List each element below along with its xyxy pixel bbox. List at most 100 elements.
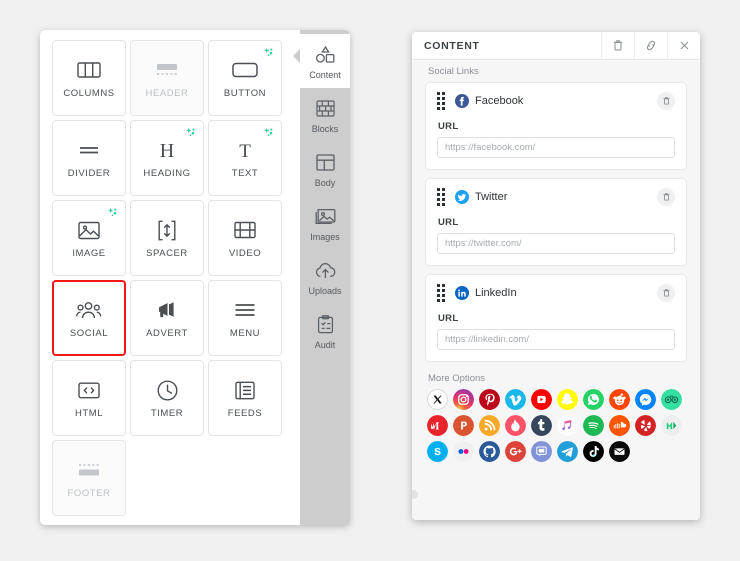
layout-icon [315, 151, 335, 175]
social-links-list: Facebook URL Twitter URL LinkedIn [412, 82, 700, 362]
remove-link-button[interactable] [657, 188, 675, 206]
spacer-icon [157, 217, 177, 243]
url-label: URL [438, 121, 459, 132]
social-icon-producthunt[interactable] [453, 415, 474, 436]
block-tile-text[interactable]: T TEXT [208, 120, 282, 196]
url-label: URL [438, 217, 459, 228]
social-link-name: Twitter [475, 191, 508, 203]
block-tile-timer[interactable]: TIMER [130, 360, 204, 436]
social-icon-disqus[interactable] [531, 441, 552, 462]
block-tile-label: HTML [74, 408, 104, 419]
sidebar-tab-images[interactable]: Images [300, 196, 350, 250]
linkedin-icon [455, 286, 469, 300]
block-tile-label: IMAGE [72, 248, 106, 259]
remove-link-button[interactable] [657, 284, 675, 302]
delete-button[interactable] [601, 32, 634, 59]
social-icon-email[interactable] [609, 441, 630, 462]
block-tile-feeds[interactable]: FEEDS [208, 360, 282, 436]
social-icon-telegram[interactable] [557, 441, 578, 462]
bricks-icon [315, 97, 335, 121]
social-icon-whatsapp[interactable] [583, 389, 604, 410]
social-icon-tumblr[interactable] [531, 415, 552, 436]
social-icon-skype[interactable] [427, 441, 448, 462]
sidebar-tab-label: Audit [314, 339, 336, 350]
duplicate-button[interactable] [634, 32, 667, 59]
block-tile-label: SPACER [146, 248, 188, 259]
button-icon [232, 57, 258, 83]
html-icon [78, 377, 100, 403]
block-tile-html[interactable]: HTML [52, 360, 126, 436]
social-icon-rss[interactable] [479, 415, 500, 436]
drag-handle-icon[interactable] [437, 188, 446, 206]
social-icon-tiktok[interactable] [583, 441, 604, 462]
social-icon-google-plus[interactable] [505, 441, 526, 462]
social-icon-tripadvisor[interactable] [661, 389, 682, 410]
panel-header: CONTENT [412, 32, 700, 60]
sidebar-tab-label: Blocks [311, 123, 339, 134]
close-button[interactable] [667, 32, 700, 59]
ai-sparkle-icon [263, 46, 275, 58]
ai-sparkle-icon [107, 206, 119, 218]
social-icon-github[interactable] [479, 441, 500, 462]
block-tile-divider[interactable]: DIVIDER [52, 120, 126, 196]
social-link-card-header: LinkedIn [437, 284, 675, 302]
social-icon-instagram[interactable] [453, 389, 474, 410]
block-tile-label: SOCIAL [69, 328, 109, 339]
social-icon-yelp[interactable] [635, 415, 656, 436]
header-icon [156, 57, 178, 83]
block-tile-image[interactable]: IMAGE [52, 200, 126, 276]
block-tile-button[interactable]: BUTTON [208, 40, 282, 116]
cloud-upload-icon [315, 259, 336, 283]
sidebar-tab-content[interactable]: Content [300, 34, 350, 88]
content-blocks-panel: COLUMNS HEADER BUTTON DIVIDER H HEADING T TE… [40, 30, 350, 525]
remove-link-button[interactable] [657, 92, 675, 110]
social-icon-messenger[interactable] [635, 389, 656, 410]
drag-handle-icon[interactable] [437, 284, 446, 302]
social-icon-spotify[interactable] [583, 415, 604, 436]
block-tile-label: TIMER [150, 408, 184, 419]
footer-icon [78, 457, 100, 483]
block-tile-label: VIDEO [228, 248, 262, 259]
shapes-icon [315, 43, 336, 67]
url-input[interactable] [437, 137, 675, 158]
block-tile-header: HEADER [130, 40, 204, 116]
sidebar-tab-body[interactable]: Body [300, 142, 350, 196]
social-icon-flickr[interactable] [453, 441, 474, 462]
block-tile-social[interactable]: SOCIAL [52, 280, 126, 356]
block-tile-advert[interactable]: ADVERT [130, 280, 204, 356]
block-tile-heading[interactable]: H HEADING [130, 120, 204, 196]
social-link-card-header: Twitter [437, 188, 675, 206]
ai-sparkle-icon [263, 126, 275, 138]
social-icon [76, 297, 102, 323]
social-icon-tinder[interactable] [505, 415, 526, 436]
block-tile-footer: FOOTER [52, 440, 126, 516]
block-tile-label: ADVERT [146, 328, 188, 339]
social-icon-x-twitter[interactable] [427, 389, 448, 410]
social-icon-medium[interactable] [427, 415, 448, 436]
sidebar-tab-label: Content [309, 69, 341, 80]
sidebar-tab-audit[interactable]: Audit [300, 304, 350, 358]
social-icon-youtube[interactable] [531, 389, 552, 410]
social-icon-apple-music[interactable] [557, 415, 578, 436]
block-tile-video[interactable]: VIDEO [208, 200, 282, 276]
sidebar-tab-blocks[interactable]: Blocks [300, 88, 350, 142]
drag-handle-icon[interactable] [437, 92, 446, 110]
social-icon-mixcloud[interactable] [661, 415, 682, 436]
social-link-card-header: Facebook [437, 92, 675, 110]
social-icon-snapchat[interactable] [557, 389, 578, 410]
url-input[interactable] [437, 233, 675, 254]
block-tile-spacer[interactable]: SPACER [130, 200, 204, 276]
advert-icon [156, 297, 178, 323]
more-options-icon-grid [412, 389, 689, 467]
sidebar-tab-uploads[interactable]: Uploads [300, 250, 350, 304]
scroll-handle[interactable] [412, 490, 418, 499]
social-icon-vimeo[interactable] [505, 389, 526, 410]
svg-text:T: T [239, 141, 251, 160]
sidebar-tab-label: Uploads [308, 285, 342, 296]
block-tile-columns[interactable]: COLUMNS [52, 40, 126, 116]
block-tile-menu[interactable]: MENU [208, 280, 282, 356]
url-input[interactable] [437, 329, 675, 350]
social-icon-pinterest[interactable] [479, 389, 500, 410]
social-icon-soundcloud[interactable] [609, 415, 630, 436]
social-icon-reddit[interactable] [609, 389, 630, 410]
